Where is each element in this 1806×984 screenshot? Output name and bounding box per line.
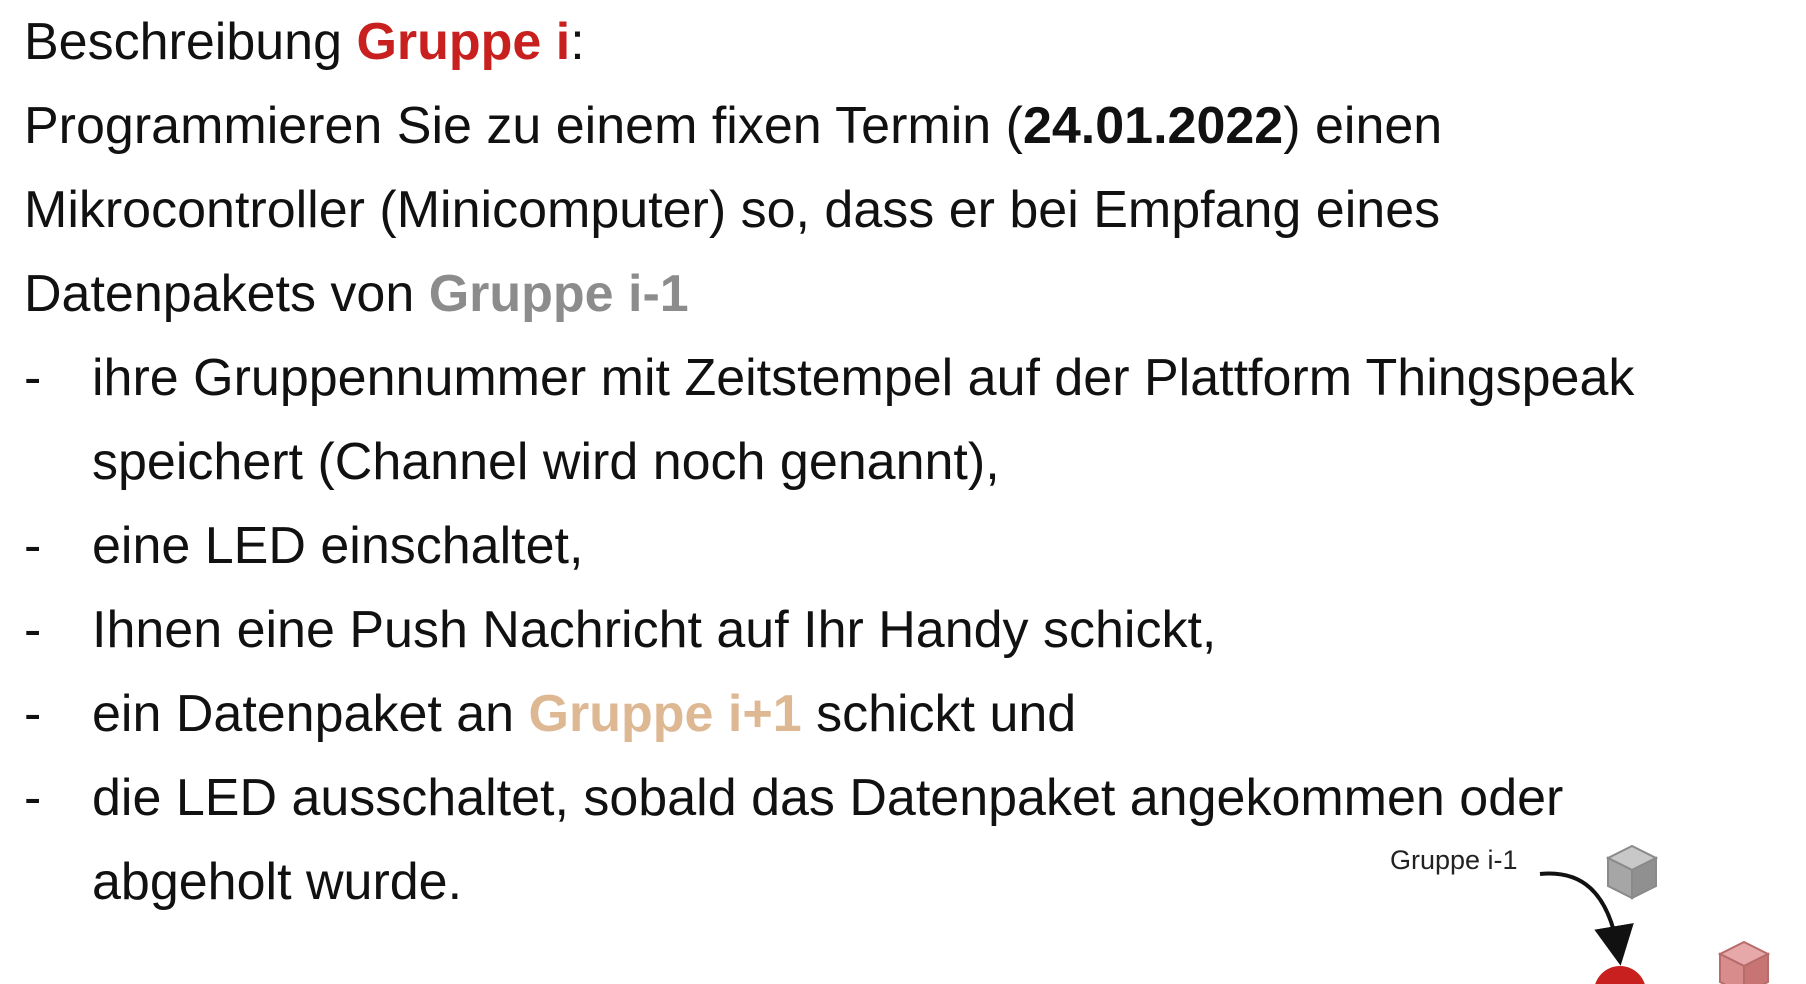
intro-text: Programmieren Sie zu einem fixen Termin … [24, 97, 1023, 155]
arrow-icon [1539, 871, 1634, 966]
bullet-2: eine LED einschaltet, [92, 517, 584, 575]
bullet-5-line-2: abgeholt wurde. [92, 853, 463, 911]
intro-line-2: Mikrocontroller (Minicomputer) so, dass … [24, 180, 1440, 240]
intro-line-3: Datenpakets von Gruppe i-1 [24, 264, 689, 324]
deadline-date: 24.01.2022 [1022, 97, 1284, 155]
bullet-dash: - [24, 601, 42, 659]
intro-text: Datenpakets von [24, 265, 429, 323]
bullet-dash: - [24, 685, 42, 743]
group-next: Gruppe i+1 [528, 685, 802, 743]
bullet-1-line-1: ihre Gruppennummer mit Zeitstempel auf d… [92, 349, 1635, 407]
intro-text: ) einen [1283, 97, 1443, 155]
bullet-4-text: schickt und [801, 685, 1077, 743]
intro-line-1: Programmieren Sie zu einem fixen Termin … [24, 96, 1442, 156]
heading: Beschreibung Gruppe i: [24, 12, 585, 72]
package-icon [1717, 940, 1771, 984]
heading-prefix: Beschreibung [24, 13, 357, 71]
heading-group-current: Gruppe i [356, 13, 571, 71]
bullet-5-line-1: die LED ausschaltet, sobald das Datenpak… [92, 769, 1564, 827]
bullet-dash: - [24, 769, 42, 827]
bullet-3: Ihnen eine Push Nachricht auf Ihr Handy … [92, 601, 1217, 659]
heading-suffix: : [570, 13, 585, 71]
group-chain-diagram [1539, 844, 1771, 984]
diagram-label-group-previous: Gruppe i-1 [1390, 845, 1518, 875]
package-icon [1605, 844, 1659, 900]
intro-text: Mikrocontroller (Minicomputer) so, dass … [24, 181, 1441, 239]
slide: Beschreibung Gruppe i: Programmieren Sie… [0, 0, 1806, 984]
bullet-dash: - [24, 517, 42, 575]
node-dot-icon [1595, 966, 1645, 984]
bullet-4: ein Datenpaket an Gruppe i+1 schickt und [92, 684, 1076, 744]
bullet-4-text: ein Datenpaket an [92, 685, 529, 743]
group-previous: Gruppe i-1 [428, 265, 689, 323]
bullet-dash: - [24, 349, 42, 407]
bullet-1-line-2: speichert (Channel wird noch genannt), [92, 433, 1000, 491]
